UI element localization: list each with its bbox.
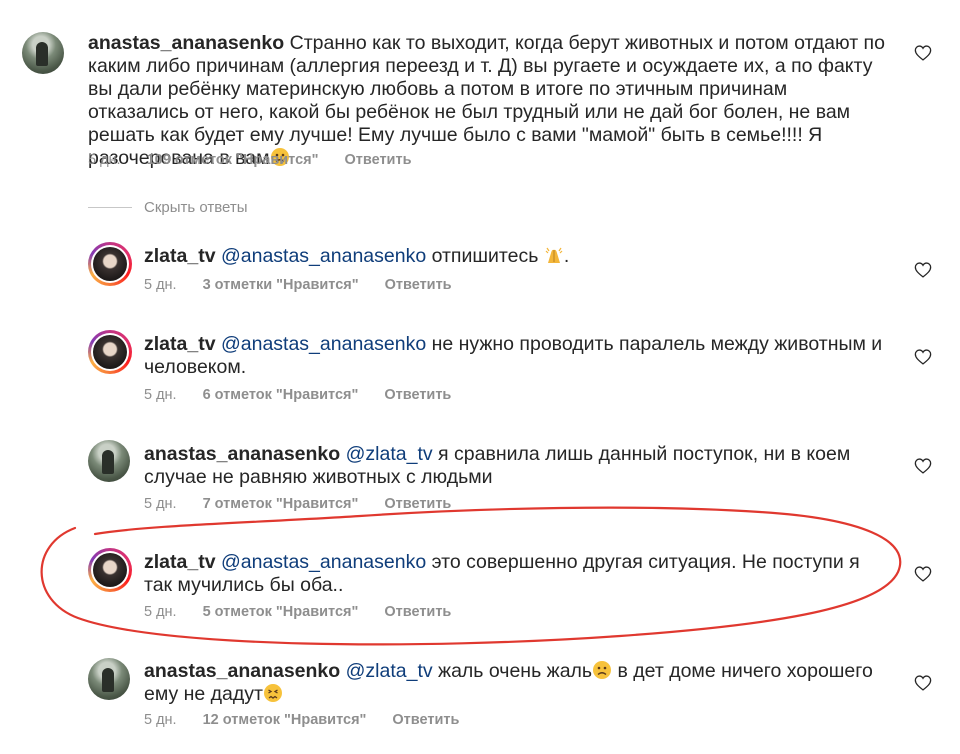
reply-mention[interactable]: @zlata_tv <box>346 660 433 682</box>
reply-likes[interactable]: 6 отметок "Нравится" <box>203 387 359 403</box>
reply-mention[interactable]: @anastas_ananasenko <box>221 245 426 267</box>
avatar[interactable] <box>88 548 132 592</box>
reply-time[interactable]: 5 дн. <box>144 277 177 293</box>
hide-replies-button[interactable]: Скрыть ответы <box>144 199 248 216</box>
avatar-photo <box>93 553 127 587</box>
reply-button[interactable]: Ответить <box>384 604 451 620</box>
reply-text: anastas_ananasenko @zlata_tv жаль очень … <box>144 660 884 706</box>
comment-username[interactable]: anastas_ananasenko <box>88 32 284 54</box>
reply-button[interactable]: Ответить <box>384 387 451 403</box>
reply-likes[interactable]: 3 отметки "Нравится" <box>203 277 359 293</box>
reply-username[interactable]: anastas_ananasenko <box>144 660 340 682</box>
reply-time[interactable]: 5 дн. <box>144 387 177 403</box>
confounded-face-icon <box>263 684 282 702</box>
reply-time[interactable]: 5 дн. <box>144 712 177 728</box>
reply-button[interactable]: Ответить <box>385 277 452 293</box>
reply-button[interactable]: Ответить <box>392 712 459 728</box>
reply-text: zlata_tv @anastas_ananasenko это соверше… <box>144 551 884 597</box>
reply-time[interactable]: 5 дн. <box>144 496 177 512</box>
comment-meta: 5 дн. 109 отметок "Нравится" Ответить <box>88 152 412 168</box>
reply-body-a: жаль очень жаль <box>432 660 593 682</box>
sad-face-icon <box>593 661 612 679</box>
reply-mention[interactable]: @zlata_tv <box>346 443 433 465</box>
avatar[interactable] <box>88 658 130 700</box>
reply-meta: 5 дн. 6 отметок "Нравится" Ответить <box>144 387 451 403</box>
reply-likes[interactable]: 5 отметок "Нравится" <box>203 604 359 620</box>
reply-meta: 5 дн. 5 отметок "Нравится" Ответить <box>144 604 451 620</box>
reply-body: отпишитесь <box>426 245 544 267</box>
avatar-figure-icon <box>36 42 48 66</box>
avatar[interactable] <box>88 440 130 482</box>
reply-username[interactable]: zlata_tv <box>144 551 216 573</box>
reply-likes[interactable]: 7 отметок "Нравится" <box>203 496 359 512</box>
reply-meta: 5 дн. 7 отметок "Нравится" Ответить <box>144 496 451 512</box>
reply-mention[interactable]: @anastas_ananasenko <box>221 551 426 573</box>
avatar[interactable] <box>22 32 64 74</box>
reply-likes[interactable]: 12 отметок "Нравится" <box>203 712 367 728</box>
avatar-photo <box>93 247 127 281</box>
main-comment: anastas_ananasenko Странно как то выходи… <box>0 0 960 180</box>
avatar[interactable] <box>88 242 132 286</box>
heart-outline-icon[interactable] <box>914 675 932 691</box>
heart-outline-icon[interactable] <box>914 45 932 61</box>
avatar[interactable] <box>88 330 132 374</box>
hide-replies-line <box>88 207 132 208</box>
reply-meta: 5 дн. 12 отметок "Нравится" Ответить <box>144 712 459 728</box>
praying-hands-icon <box>545 247 563 263</box>
reply-username[interactable]: zlata_tv <box>144 245 216 267</box>
comment-likes[interactable]: 109 отметок "Нравится" <box>147 152 319 168</box>
heart-outline-icon[interactable] <box>914 458 932 474</box>
reply-text: zlata_tv @anastas_ananasenko отпишитесь … <box>144 245 884 268</box>
reply-username[interactable]: anastas_ananasenko <box>144 443 340 465</box>
reply-button[interactable]: Ответить <box>384 496 451 512</box>
avatar-figure-icon <box>102 668 114 692</box>
comment-time[interactable]: 5 дн. <box>88 152 121 168</box>
reply-button[interactable]: Ответить <box>344 152 411 168</box>
reply-mention[interactable]: @anastas_ananasenko <box>221 333 426 355</box>
reply-text: anastas_ananasenko @zlata_tv я сравнила … <box>144 443 884 489</box>
heart-outline-icon[interactable] <box>914 349 932 365</box>
heart-outline-icon[interactable] <box>914 566 932 582</box>
reply-meta: 5 дн. 3 отметки "Нравится" Ответить <box>144 277 452 293</box>
avatar-figure-icon <box>102 450 114 474</box>
comment-text: anastas_ananasenko Странно как то выходи… <box>88 32 888 170</box>
reply-tail: . <box>563 245 570 267</box>
reply-time[interactable]: 5 дн. <box>144 604 177 620</box>
reply-username[interactable]: zlata_tv <box>144 333 216 355</box>
reply-text: zlata_tv @anastas_ananasenko не нужно пр… <box>144 333 884 379</box>
heart-outline-icon[interactable] <box>914 262 932 278</box>
avatar-photo <box>93 335 127 369</box>
